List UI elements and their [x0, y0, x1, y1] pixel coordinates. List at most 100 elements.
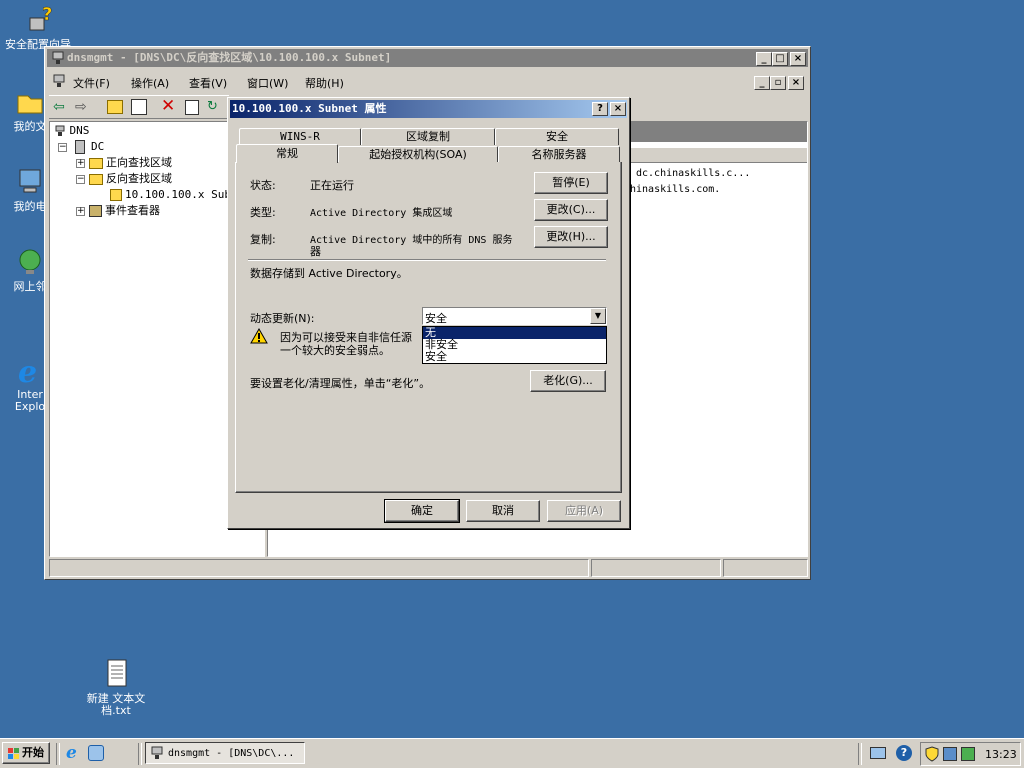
taskbar: 开始 e dnsmgmt - [DNS\DC\... ? 13:23: [0, 738, 1024, 768]
help-button[interactable]: ?: [592, 102, 608, 116]
dropdown-arrow-button[interactable]: ▼: [590, 308, 606, 324]
tab-soa[interactable]: 起始授权机构(SOA): [338, 146, 498, 163]
status-label: 状态:: [250, 179, 276, 192]
status-bar-panel: [723, 559, 808, 577]
tab-panel: 状态: 正在运行 暂停(E) 类型: Active Directory 集成区域…: [235, 162, 622, 493]
toolbar: ⇦ ⇨ ✕ ↻: [49, 95, 229, 119]
expand-icon[interactable]: +: [76, 206, 85, 216]
desktop-icon-label: 网上邻: [13, 280, 47, 293]
menu-action[interactable]: 操作(A): [131, 75, 169, 91]
status-bar: [49, 559, 589, 577]
collapse-icon[interactable]: −: [58, 142, 67, 152]
mmc-title: dnsmgmt - [DNS\DC\反向查找区域\10.100.100.x Su…: [67, 51, 392, 64]
apply-button[interactable]: 应用(A): [547, 500, 621, 522]
close-button[interactable]: ×: [610, 102, 626, 116]
start-button[interactable]: 开始: [2, 742, 50, 764]
console-icon: [51, 73, 67, 89]
quick-launch-separator: [138, 743, 142, 765]
security-wizard-icon: ?: [22, 4, 54, 36]
stored-text: 数据存储到 Active Directory。: [250, 267, 408, 280]
tree-item-event-viewer[interactable]: + 事件查看器: [76, 204, 160, 218]
tab-name-servers[interactable]: 名称服务器: [498, 146, 620, 163]
replication-label: 复制:: [250, 233, 276, 246]
child-minimize-button[interactable]: _: [754, 76, 770, 90]
maximize-button[interactable]: □: [772, 52, 788, 66]
desktop-icon-label: Inter Explo: [14, 388, 46, 413]
dialog-title: 10.100.100.x Subnet 属性: [232, 102, 387, 115]
refresh-icon[interactable]: ↻: [207, 99, 218, 114]
help-tray-icon[interactable]: ?: [896, 745, 912, 761]
quick-launch-separator: [56, 743, 60, 765]
event-viewer-icon: [89, 205, 102, 217]
show-hide-tree-icon[interactable]: [131, 99, 147, 115]
forward-icon[interactable]: ⇨: [75, 99, 87, 115]
menu-bar: 文件(F) 操作(A) 查看(V) 窗口(W) 帮助(H): [49, 71, 749, 91]
menu-window[interactable]: 窗口(W): [247, 75, 288, 91]
chevron-down-icon: ▼: [594, 311, 602, 320]
ie-quicklaunch-icon[interactable]: e: [66, 743, 77, 763]
collapse-icon[interactable]: −: [76, 174, 85, 184]
desktop-icon-security-wizard[interactable]: ? 安全配置向导: [2, 4, 74, 51]
properties-dialog: 10.100.100.x Subnet 属性 ? × WINS-R 区域复制 安…: [227, 97, 630, 529]
dialog-titlebar[interactable]: 10.100.100.x Subnet 属性: [230, 100, 627, 118]
dnsmgmt-task-icon: [150, 746, 164, 760]
back-icon[interactable]: ⇦: [53, 99, 65, 115]
pause-button[interactable]: 暂停(E): [534, 172, 608, 194]
tree-item-dc[interactable]: − DC: [58, 140, 104, 154]
svg-text:e: e: [18, 355, 37, 386]
tree-item-reverse-zones[interactable]: − 反向查找区域: [76, 172, 172, 186]
tree-item-dns[interactable]: DNS: [54, 124, 89, 138]
folder-icon: [14, 86, 46, 118]
child-restore-button[interactable]: ▫: [770, 76, 786, 90]
dropdown-option-secure[interactable]: 安全: [423, 351, 606, 363]
properties-icon[interactable]: [185, 100, 199, 115]
network-connection-icon[interactable]: [943, 747, 957, 761]
desktop-icon-text-file[interactable]: 新建 文本文档.txt: [80, 658, 152, 717]
minimize-button[interactable]: _: [756, 52, 772, 66]
volume-icon[interactable]: [961, 747, 975, 761]
change-replication-button[interactable]: 更改(H)...: [534, 226, 608, 248]
folder-icon: [89, 157, 103, 169]
tab-general[interactable]: 常规: [236, 144, 338, 163]
tab-zone-transfers[interactable]: 区域复制: [361, 128, 495, 145]
replication-value: Active Directory 域中的所有 DNS 服务: [310, 235, 513, 246]
menu-view[interactable]: 查看(V): [189, 75, 227, 91]
menu-file[interactable]: 文件(F): [73, 75, 110, 91]
network-tray-icon[interactable]: [870, 747, 886, 759]
taskbar-button-dnsmgmt[interactable]: dnsmgmt - [DNS\DC\...: [145, 742, 305, 764]
explorer-quicklaunch-icon[interactable]: [88, 745, 104, 761]
dynamic-update-selected: 安全: [425, 312, 447, 325]
delete-icon[interactable]: ✕: [161, 96, 175, 116]
list-row[interactable]: dc.chinaskills.c...: [636, 168, 750, 179]
tree-item-forward-zones[interactable]: + 正向查找区域: [76, 156, 172, 170]
security-shield-icon[interactable]: [925, 746, 939, 762]
expand-icon[interactable]: +: [76, 158, 85, 168]
dropdown-option-nonsecure[interactable]: 非安全: [423, 339, 606, 351]
tab-wins-r[interactable]: WINS-R: [239, 128, 361, 145]
zone-icon: [110, 189, 122, 201]
menu-help[interactable]: 帮助(H): [305, 75, 344, 91]
replication-value-wrap: 器: [310, 245, 321, 258]
svg-text:?: ?: [42, 4, 52, 25]
warning-icon: [250, 327, 268, 344]
separator: [248, 259, 606, 261]
type-label: 类型:: [250, 206, 276, 219]
dynamic-update-dropdown: 无 非安全 安全: [422, 326, 607, 364]
up-folder-icon[interactable]: [107, 100, 123, 114]
mmc-titlebar[interactable]: dnsmgmt - [DNS\DC\反向查找区域\10.100.100.x Su…: [47, 49, 808, 67]
tray-separator: [858, 743, 862, 765]
computer-icon: [14, 166, 46, 198]
text-file-icon: [100, 658, 132, 690]
clock[interactable]: 13:23: [985, 748, 1017, 761]
close-button[interactable]: ×: [790, 52, 806, 66]
dynamic-update-combo[interactable]: 安全 ▼: [422, 307, 607, 325]
tab-security[interactable]: 安全: [495, 128, 619, 145]
list-row[interactable]: hinaskills.com.: [630, 184, 720, 195]
child-close-button[interactable]: ×: [788, 76, 804, 90]
ok-button[interactable]: 确定: [384, 499, 460, 523]
tree-item-subnet[interactable]: 10.100.100.x Sub: [110, 188, 231, 202]
system-tray: 13:23: [920, 742, 1021, 766]
cancel-button[interactable]: 取消: [466, 500, 540, 522]
aging-button[interactable]: 老化(G)...: [530, 370, 606, 392]
change-type-button[interactable]: 更改(C)...: [534, 199, 608, 221]
